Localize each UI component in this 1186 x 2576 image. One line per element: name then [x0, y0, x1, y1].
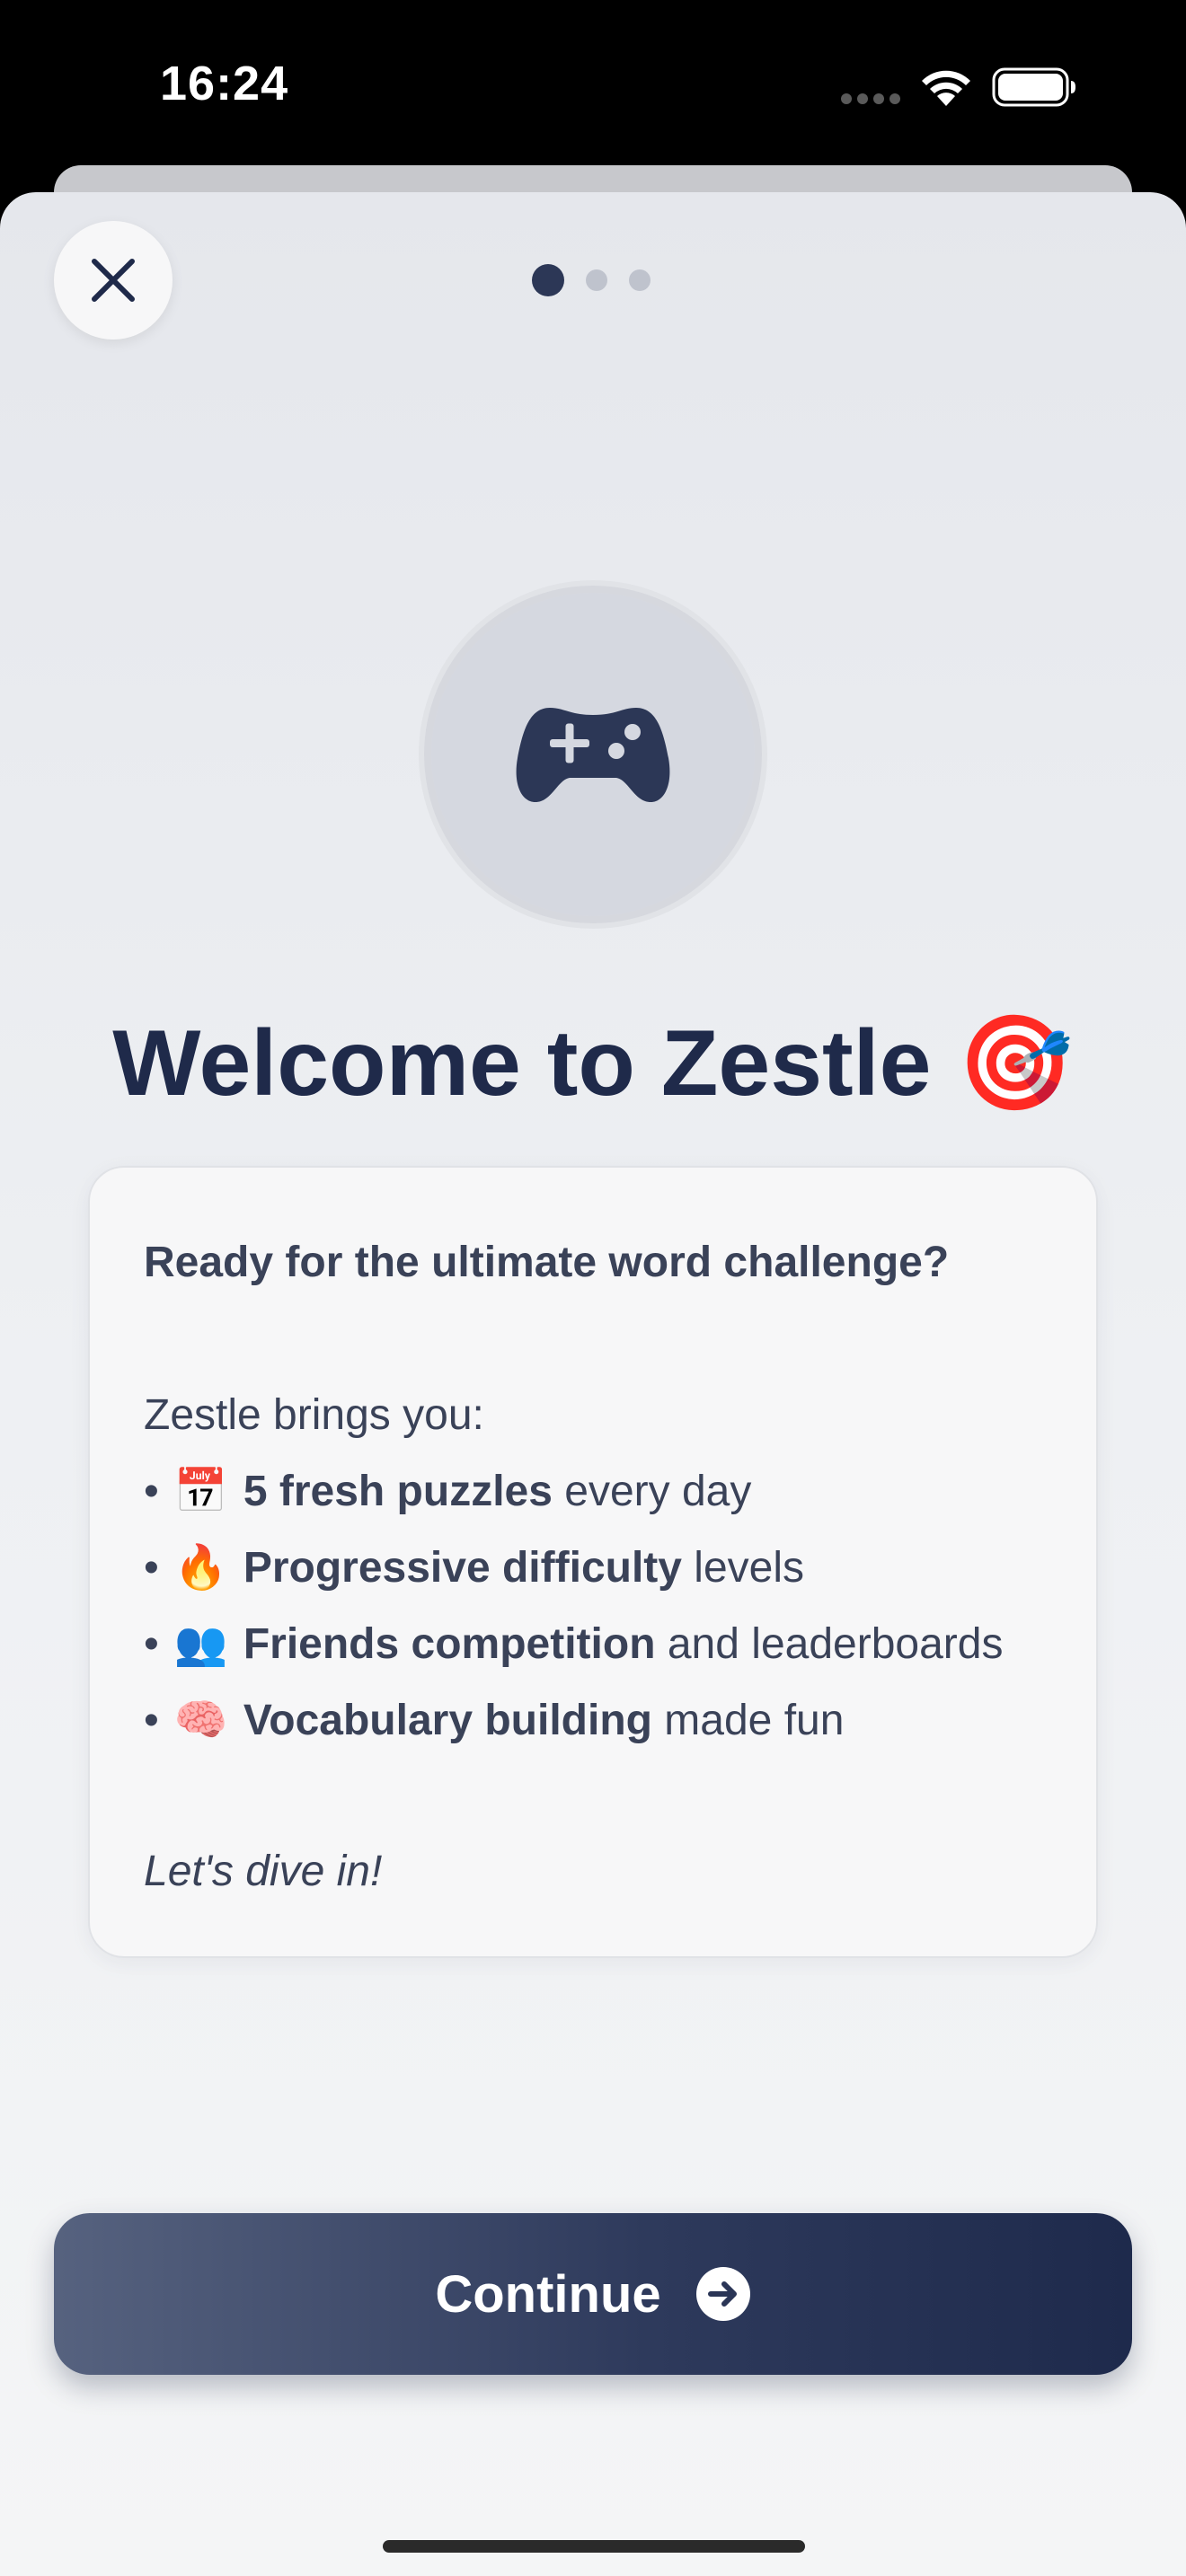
- close-icon: [92, 259, 135, 302]
- hero-circle: [419, 580, 767, 929]
- page-title: Welcome to Zestle 🎯: [112, 1011, 1074, 1116]
- close-button[interactable]: [54, 221, 173, 340]
- feature-rest: and leaderboards: [655, 1620, 1004, 1668]
- screen: 16:24 Welcome to Zestle 🎯 Ready for the …: [0, 0, 1186, 2576]
- feature-item: • 👥 Friends competition and leaderboards: [144, 1606, 1042, 1682]
- arrow-right-circle-icon: [695, 2267, 750, 2321]
- battery-icon: [992, 67, 1075, 107]
- status-time: 16:24: [160, 57, 289, 110]
- feature-bold: Progressive difficulty: [243, 1544, 682, 1592]
- page-indicator: [530, 263, 656, 297]
- feature-item: • 📅 5 fresh puzzles every day: [144, 1453, 1042, 1530]
- feature-rest: made fun: [651, 1697, 845, 1744]
- onboarding-sheet: Welcome to Zestle 🎯 Ready for the ultima…: [0, 192, 1186, 2576]
- calendar-icon: 📅: [173, 1468, 228, 1515]
- intro-card: Ready for the ultimate word challenge? Z…: [88, 1166, 1098, 1958]
- signal-dots-icon: [841, 93, 900, 104]
- feature-bold: Friends competition: [243, 1620, 656, 1668]
- feature-bold: 5 fresh puzzles: [243, 1468, 553, 1515]
- feature-bold: Vocabulary building: [243, 1697, 652, 1744]
- feature-rest: every day: [552, 1468, 752, 1515]
- wifi-icon: [922, 70, 970, 106]
- bullet: •: [144, 1544, 159, 1592]
- brings-text: Zestle brings you:: [144, 1391, 484, 1439]
- brain-icon: 🧠: [173, 1697, 228, 1744]
- people-icon: 👥: [173, 1620, 228, 1668]
- feature-item: • 🧠 Vocabulary building made fun: [144, 1682, 1042, 1759]
- intro-text: Ready for the ultimate word challenge?: [144, 1239, 950, 1286]
- gamepad-icon: [516, 708, 670, 803]
- feature-rest: levels: [681, 1544, 805, 1592]
- continue-label: Continue: [435, 2264, 661, 2324]
- bullet: •: [144, 1697, 159, 1744]
- feature-item: • 🔥 Progressive difficulty levels: [144, 1530, 1042, 1606]
- status-bar: 16:24: [0, 0, 1186, 171]
- page-dot-3[interactable]: [629, 269, 651, 291]
- hero-circle-inner: [431, 593, 755, 916]
- home-indicator[interactable]: [383, 2540, 805, 2553]
- bullet: •: [144, 1620, 159, 1668]
- outro-text: Let's dive in!: [144, 1848, 383, 1895]
- bullet: •: [144, 1468, 159, 1515]
- page-dot-2[interactable]: [586, 269, 607, 291]
- page-dot-1[interactable]: [532, 264, 564, 296]
- fire-icon: 🔥: [173, 1544, 228, 1592]
- continue-button[interactable]: Continue: [54, 2213, 1132, 2375]
